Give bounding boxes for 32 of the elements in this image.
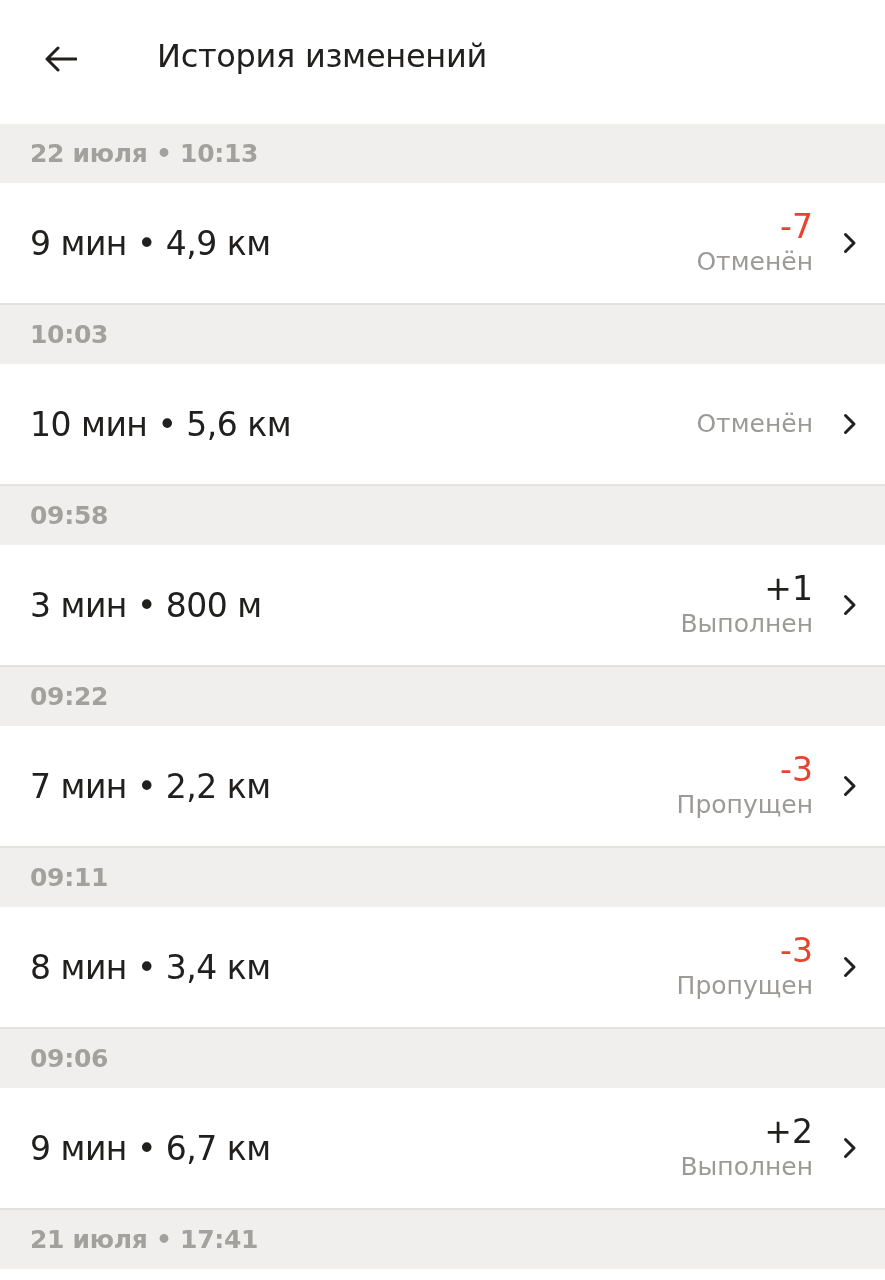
back-arrow-icon [45,46,77,72]
section-date: 09:58 [30,501,109,530]
order-summary: 7 мин • 2,2 км [30,766,271,806]
points-change: -3 [780,751,813,789]
order-summary: 10 мин • 5,6 км [30,404,292,444]
order-status: Отменён [696,246,813,278]
section-date: 22 июля • 10:13 [30,139,259,168]
chevron-right-icon [843,956,857,978]
section-date: 21 июля • 17:41 [30,1225,259,1254]
order-summary: 9 мин • 4,9 км [30,223,271,263]
section-date: 09:22 [30,682,109,711]
points-change: +2 [764,1113,813,1151]
order-status: Отменён [696,408,813,440]
order-status: Выполнен [680,608,813,640]
screen-title: История изменений [157,37,487,75]
chevron-right-icon [843,413,857,435]
points-change: -3 [780,932,813,970]
section-date: 09:06 [30,1044,109,1073]
chevron-right-icon [843,594,857,616]
section-date: 10:03 [30,320,109,349]
section-date: 09:11 [30,863,109,892]
chevron-right-icon [843,775,857,797]
chevron-right-icon [843,1137,857,1159]
order-summary: 9 мин • 6,7 км [30,1128,271,1168]
points-change: -7 [780,208,813,246]
order-summary: 3 мин • 800 м [30,585,262,625]
order-status: Пропущен [676,789,813,821]
order-status: Пропущен [676,970,813,1002]
chevron-right-icon [843,232,857,254]
order-status: Выполнен [680,1151,813,1183]
points-change: +1 [764,570,813,608]
order-summary: 8 мин • 3,4 км [30,947,271,987]
